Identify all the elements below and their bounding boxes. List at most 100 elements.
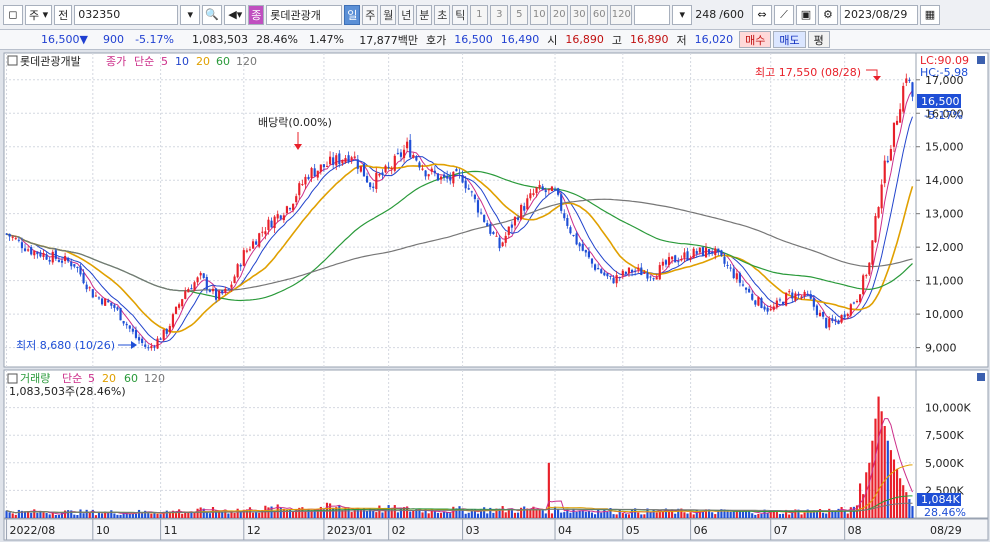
count-dropdown-icon[interactable]: ▾ — [672, 4, 693, 25]
date-value: 2023/08/29 — [843, 8, 908, 21]
date-tick-label: 08 — [848, 524, 862, 537]
volume-legend-box-icon[interactable] — [7, 373, 18, 384]
trend-line-icon[interactable]: ⟋ — [773, 4, 794, 25]
candle-body — [8, 233, 11, 237]
volume-bar — [79, 509, 82, 518]
count-button-6[interactable]: 60 — [590, 4, 609, 25]
candle-body — [88, 287, 91, 289]
candle-body — [615, 275, 618, 284]
settings-icon[interactable]: ⚙ — [817, 4, 838, 25]
count-button-5[interactable]: 30 — [570, 4, 589, 25]
candle-body — [877, 207, 880, 218]
low-price: 16,020 — [694, 33, 734, 46]
volume-bar — [563, 512, 566, 518]
candle-body — [526, 198, 529, 210]
candle-body — [634, 270, 637, 272]
candle-body — [794, 293, 797, 301]
volume-bar — [174, 513, 178, 518]
price-panel-menu-icon[interactable] — [977, 56, 985, 64]
volume-bar — [393, 505, 396, 518]
buy-button[interactable]: 매수 — [739, 31, 772, 48]
last-date-label: 08/29 — [930, 524, 962, 537]
volume-bar — [846, 513, 849, 518]
code-dropdown-icon[interactable]: ▾ — [180, 4, 201, 25]
sell-button[interactable]: 매도 — [773, 31, 806, 48]
volume-bar — [902, 485, 905, 518]
count-button-0[interactable]: 1 — [470, 4, 489, 25]
count-button-3[interactable]: 10 — [530, 4, 549, 25]
zoom-tool-icon[interactable]: ⇔ — [751, 4, 772, 25]
date-tick-label: 03 — [466, 524, 480, 537]
market-button[interactable]: 전 — [54, 4, 73, 25]
stock-chart[interactable]: 17,00016,00015,00014,00013,00012,00011,0… — [0, 50, 990, 542]
candle-body — [60, 260, 64, 263]
volume-panel — [3, 369, 917, 519]
count-button-2[interactable]: 5 — [510, 4, 529, 25]
candle-body — [686, 251, 689, 260]
volume-bar — [476, 513, 480, 518]
hoga-label: 호가 — [426, 33, 447, 47]
candle-body — [606, 273, 609, 277]
volume-bar — [800, 514, 803, 518]
candle-body — [264, 231, 267, 235]
tab-period-6[interactable]: 틱 — [452, 4, 469, 25]
count-button-7[interactable]: 120 — [610, 4, 633, 25]
candle-body — [122, 321, 125, 324]
period-select[interactable]: 주 ▾ — [25, 4, 53, 25]
volume-bar — [251, 512, 255, 518]
date-tick-label: 2022/08 — [10, 524, 56, 537]
count-button-1[interactable]: 3 — [490, 4, 509, 25]
calendar-icon[interactable]: ▦ — [919, 4, 940, 25]
candle-body — [218, 290, 221, 300]
stock-code-input[interactable]: 032350 — [74, 4, 179, 25]
candle-body — [439, 176, 443, 180]
candle-body — [498, 237, 501, 249]
current-price: 16,500 — [41, 33, 80, 46]
volume-bar — [486, 513, 489, 518]
tab-period-5[interactable]: 초 — [434, 4, 451, 25]
volume-bar — [834, 511, 837, 518]
volume-bar — [899, 478, 902, 518]
candle-body — [538, 184, 541, 188]
candle-body — [874, 216, 877, 243]
tab-period-4[interactable]: 분 — [416, 4, 433, 25]
search-icon[interactable]: 🔍 — [202, 4, 223, 25]
volume-panel-menu-icon[interactable] — [977, 373, 985, 381]
eval-button[interactable]: 평 — [807, 31, 830, 48]
candle-body — [597, 268, 600, 270]
candle-body — [137, 337, 141, 341]
volume-bar — [578, 510, 581, 518]
candle-body — [775, 300, 778, 308]
candle-body — [436, 173, 440, 181]
candle-body — [757, 296, 760, 306]
date-input[interactable]: 2023/08/29 — [839, 4, 918, 25]
tab-period-3[interactable]: 년 — [398, 4, 415, 25]
candle-body — [899, 109, 902, 123]
candle-body — [245, 250, 248, 252]
candle-body — [27, 249, 30, 251]
candle-body — [473, 194, 476, 200]
count-button-4[interactable]: 20 — [550, 4, 569, 25]
count-input[interactable] — [634, 4, 671, 25]
tab-period-2[interactable]: 월 — [380, 4, 397, 25]
candle-body — [298, 183, 301, 196]
volume-legend-name: 거래량 — [20, 372, 50, 385]
candle-body — [446, 175, 449, 179]
candle-body — [852, 302, 855, 304]
sound-icon[interactable]: ◀▾ — [224, 4, 247, 25]
candle-body — [359, 166, 362, 172]
candle-body — [255, 241, 258, 245]
tab-period-1[interactable]: 주 — [362, 4, 379, 25]
candle-body — [233, 276, 236, 284]
volume-bar — [581, 510, 584, 518]
candle-body — [674, 255, 677, 263]
volume-bar — [590, 512, 594, 518]
volume-bar — [137, 509, 141, 518]
save-icon[interactable]: ▣ — [795, 4, 816, 25]
volume-bar — [575, 511, 578, 518]
candle-body — [732, 268, 735, 279]
chart-window-icon[interactable]: ◻ — [3, 4, 23, 25]
volume-bar — [815, 511, 819, 518]
legend-box-icon[interactable] — [7, 55, 18, 66]
tab-period-0[interactable]: 일 — [344, 4, 361, 25]
